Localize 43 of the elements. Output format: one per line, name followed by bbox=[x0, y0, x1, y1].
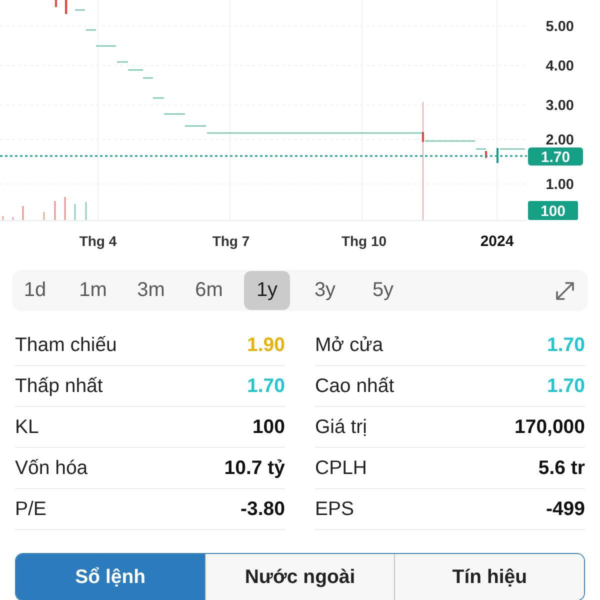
stat-value: -3.80 bbox=[240, 498, 285, 520]
time-axis-label: Thg 4 bbox=[79, 233, 117, 249]
stat-label: Vốn hóa bbox=[15, 456, 88, 480]
price-axis-label: 4.00 bbox=[546, 58, 574, 74]
stat-label: P/E bbox=[15, 498, 46, 520]
stat-value: 10.7 tỷ bbox=[224, 456, 285, 480]
range-button[interactable]: 6m bbox=[186, 271, 232, 310]
last-price-badge: 1.70 bbox=[528, 148, 583, 166]
range-button[interactable]: 5y bbox=[360, 271, 406, 310]
price-axis-label: 2.00 bbox=[546, 132, 574, 148]
stat-label: Tham chiếu bbox=[15, 334, 117, 356]
stat-value: 170,000 bbox=[514, 416, 585, 438]
stat-label: Thấp nhất bbox=[15, 374, 103, 398]
time-axis-label: Thg 10 bbox=[341, 233, 387, 249]
tab[interactable]: Nước ngoài bbox=[204, 554, 394, 600]
time-axis-label: Thg 7 bbox=[212, 233, 250, 249]
stat-label: Cao nhất bbox=[315, 374, 394, 398]
range-button[interactable]: 1d bbox=[12, 271, 58, 310]
expand-icon[interactable] bbox=[555, 280, 575, 300]
tab[interactable]: Tín hiệu bbox=[394, 554, 584, 600]
range-button[interactable]: 3y bbox=[302, 271, 348, 310]
stat-value: 1.70 bbox=[547, 334, 585, 356]
stat-value: 1.90 bbox=[247, 334, 285, 356]
stat-label: Mở cửa bbox=[315, 334, 384, 356]
stat-value: 100 bbox=[252, 416, 285, 438]
stat-label: CPLH bbox=[315, 456, 368, 480]
price-axis-label: 3.00 bbox=[546, 98, 574, 114]
price-candle bbox=[65, 0, 68, 14]
stat-label: KL bbox=[15, 416, 39, 438]
volume-badge: 100 bbox=[528, 201, 578, 220]
price-axis-label: 1.00 bbox=[546, 177, 574, 193]
tab[interactable]: Sổ lệnh bbox=[16, 554, 205, 600]
range-button[interactable]: 1m bbox=[70, 271, 116, 310]
stat-value: -499 bbox=[546, 498, 585, 520]
range-button[interactable]: 3m bbox=[128, 271, 174, 310]
price-axis-label: 5.00 bbox=[546, 19, 574, 35]
range-button[interactable]: 1y bbox=[244, 271, 290, 310]
stat-label: Giá trị bbox=[315, 416, 368, 438]
stat-value: 5.6 tr bbox=[538, 456, 585, 480]
stat-value: 1.70 bbox=[247, 374, 285, 398]
stat-label: EPS bbox=[315, 498, 354, 520]
time-axis-label: 2024 bbox=[480, 233, 514, 250]
stat-value: 1.70 bbox=[547, 374, 585, 398]
